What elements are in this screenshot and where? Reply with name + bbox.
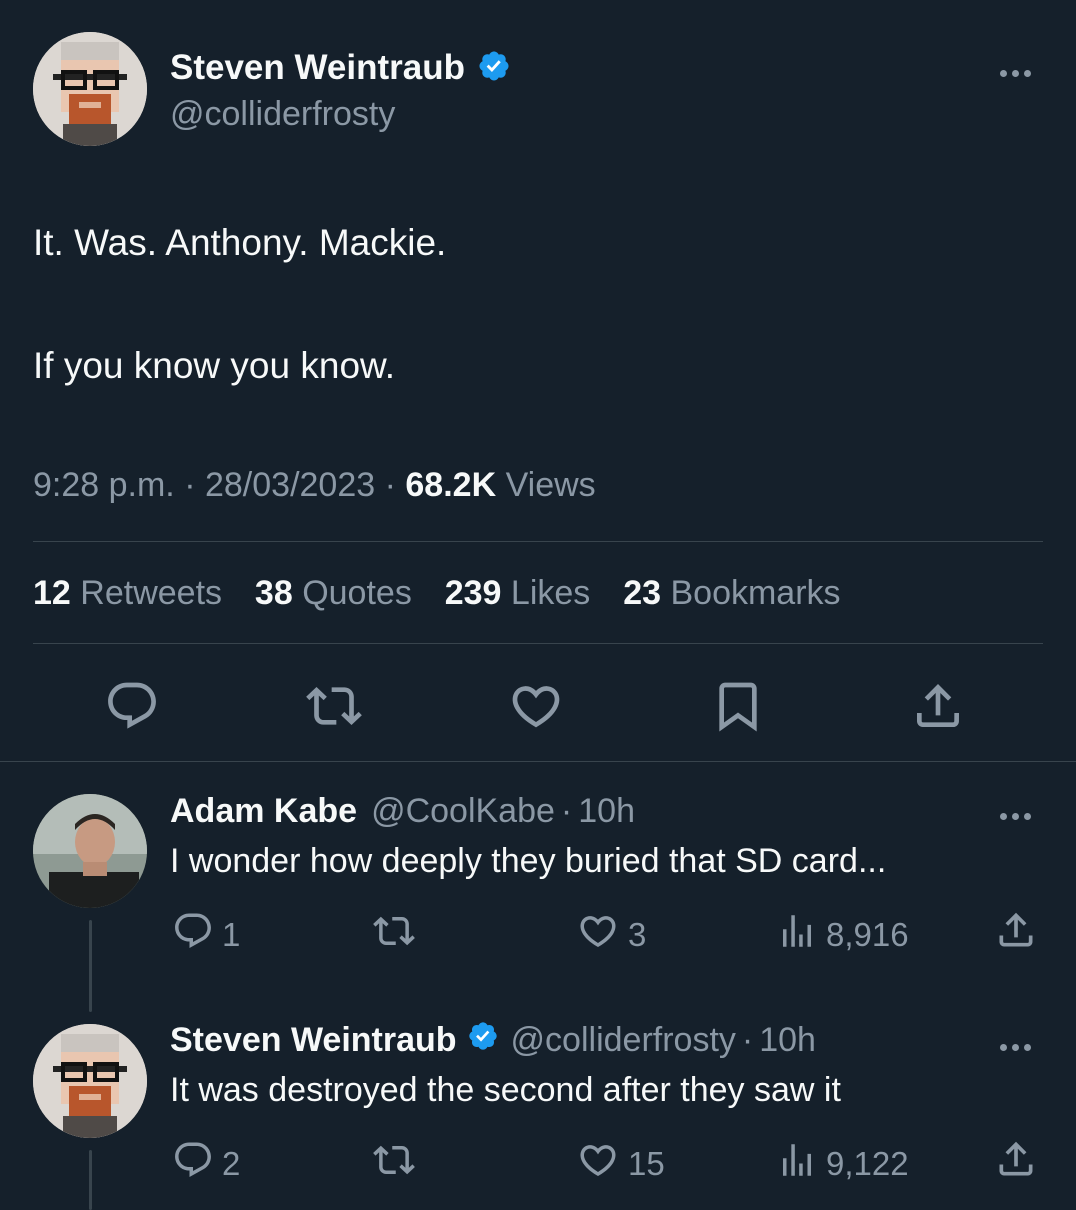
views-button[interactable]: 9,122	[776, 1139, 909, 1189]
share-button[interactable]	[994, 908, 1046, 960]
retweet-icon	[370, 1139, 426, 1189]
reply-icon	[172, 1139, 222, 1189]
reply-icon	[172, 910, 222, 960]
reply-button[interactable]: 2	[172, 1139, 240, 1189]
likes-count: 239	[444, 574, 502, 612]
share-button[interactable]	[994, 1137, 1046, 1189]
likes-label: Likes	[510, 574, 591, 612]
reply-text: It was destroyed the second after they s…	[170, 1071, 841, 1109]
share-icon	[994, 908, 1046, 960]
divider	[33, 643, 1043, 644]
divider	[33, 541, 1043, 542]
tweet-stats: 12 Retweets 38 Quotes 239 Likes 23 Bookm…	[33, 574, 841, 613]
meta-separator: ·	[184, 466, 196, 504]
pixel-face-avatar-icon	[33, 32, 147, 146]
like-button[interactable]: 3	[576, 910, 646, 960]
quotes-stat[interactable]: 38 Quotes	[255, 574, 412, 612]
meta-separator: ·	[741, 1020, 754, 1059]
reply-author-avatar[interactable]	[33, 1024, 147, 1138]
tweet-date[interactable]: 28/03/2023	[205, 466, 375, 504]
reply-time[interactable]: 10h	[578, 792, 635, 831]
quotes-label: Quotes	[302, 574, 412, 612]
retweets-stat[interactable]: 12 Retweets	[33, 574, 222, 612]
like-icon	[576, 1139, 628, 1189]
retweet-icon	[370, 910, 426, 960]
like-count: 15	[628, 1145, 665, 1182]
views-button[interactable]: 8,916	[776, 910, 909, 960]
reply-time[interactable]: 10h	[759, 1021, 816, 1060]
tweet-text-line-2: If you know you know.	[33, 345, 395, 386]
tweet-text-line-1: It. Was. Anthony. Mackie.	[33, 222, 447, 263]
bookmarks-label: Bookmarks	[670, 574, 841, 612]
retweets-label: Retweets	[80, 574, 223, 612]
reply-text: I wonder how deeply they buried that SD …	[170, 842, 887, 880]
like-icon	[576, 910, 628, 960]
likes-stat[interactable]: 239 Likes	[445, 574, 591, 612]
like-count: 3	[628, 916, 647, 953]
share-icon	[994, 1137, 1046, 1189]
retweet-button[interactable]	[370, 910, 426, 960]
view-count: 8,916	[826, 916, 909, 953]
reply-count: 2	[222, 1145, 241, 1182]
tweet-time[interactable]: 9:28 p.m.	[33, 466, 175, 504]
reply-button[interactable]: 1	[172, 910, 240, 960]
pixel-face-avatar-icon	[33, 1024, 147, 1138]
thread-connector	[89, 920, 92, 1012]
tweet-meta: 9:28 p.m. · 28/03/2023 · 68.2K Views	[33, 466, 596, 505]
views-icon	[776, 910, 826, 960]
bookmarks-count: 23	[623, 574, 662, 612]
view-count: 9,122	[826, 1145, 909, 1182]
reply-icon[interactable]	[104, 678, 160, 734]
author-handle[interactable]: @colliderfrosty	[170, 95, 395, 134]
reply-author-handle[interactable]: @colliderfrosty	[511, 1021, 736, 1060]
author-avatar[interactable]	[33, 32, 147, 146]
thread-connector	[89, 1150, 92, 1210]
more-options-icon[interactable]	[1000, 807, 1036, 825]
retweets-count: 12	[33, 574, 71, 612]
quotes-count: 38	[254, 574, 293, 612]
reply-author-name[interactable]: Adam Kabe	[170, 792, 357, 831]
bookmark-icon[interactable]	[710, 678, 766, 734]
bookmarks-stat[interactable]: 23 Bookmarks	[623, 574, 840, 612]
like-button[interactable]: 15	[576, 1139, 665, 1189]
reply-author-name[interactable]: Steven Weintraub	[170, 1021, 457, 1060]
views-count: 68.2K	[405, 466, 497, 504]
verified-badge-icon	[467, 1020, 499, 1061]
views-icon	[776, 1139, 826, 1189]
photo-avatar-icon	[33, 794, 147, 908]
reply-count: 1	[222, 916, 241, 953]
more-options-icon[interactable]	[1000, 64, 1036, 82]
divider	[0, 761, 1076, 762]
meta-separator: ·	[384, 466, 396, 504]
views-label: Views	[505, 466, 596, 504]
more-options-icon[interactable]	[1000, 1038, 1036, 1056]
verified-badge-icon	[477, 49, 511, 88]
retweet-button[interactable]	[370, 1139, 426, 1189]
retweet-icon[interactable]	[304, 678, 364, 734]
meta-separator: ·	[560, 791, 573, 830]
author-name[interactable]: Steven Weintraub	[170, 48, 465, 88]
like-icon[interactable]	[508, 678, 564, 734]
share-icon[interactable]	[910, 678, 966, 734]
reply-author-avatar[interactable]	[33, 794, 147, 908]
reply-author-handle[interactable]: @CoolKabe	[371, 792, 555, 831]
